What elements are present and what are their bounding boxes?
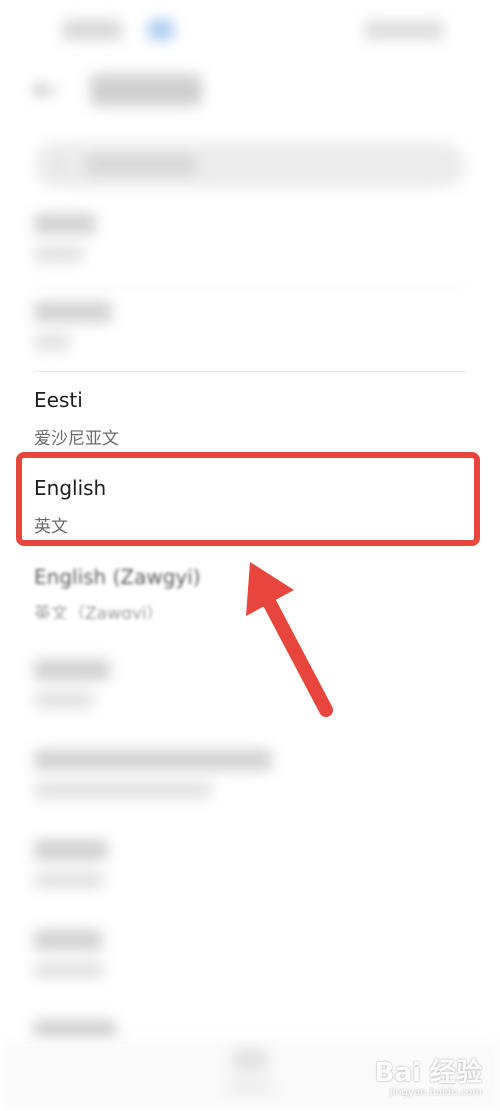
language-settings-screen: ← ⌕ Eesti 爱沙尼亚文 English 英文 English (Zawg…	[0, 0, 500, 1111]
search-icon: ⌕	[52, 152, 64, 176]
header: ←	[0, 60, 500, 120]
list-item-subtitle	[34, 334, 70, 350]
list-item-subtitle	[34, 782, 212, 798]
list-item-name	[34, 302, 112, 322]
divider	[34, 286, 466, 287]
list-item[interactable]	[0, 200, 500, 288]
list-item-name	[34, 1020, 116, 1040]
watermark-url: jingyan.baidu.com	[389, 1087, 482, 1098]
list-item-name	[34, 214, 96, 234]
language-subtitle: 英文（Zawgyi）	[34, 604, 164, 619]
divider	[34, 371, 466, 372]
list-item[interactable]	[0, 288, 500, 376]
language-item-eesti[interactable]: Eesti 爱沙尼亚文	[0, 378, 500, 466]
status-icons	[364, 20, 444, 40]
language-name: English	[34, 476, 107, 500]
language-item-english[interactable]: English 英文	[0, 466, 500, 554]
status-time	[62, 20, 122, 40]
pointer-arrow-icon	[246, 562, 333, 717]
list-item-name	[34, 750, 272, 770]
list-item[interactable]	[0, 826, 500, 914]
page-title	[90, 74, 202, 106]
list-item-name	[34, 840, 108, 860]
list-item-subtitle	[34, 692, 94, 708]
search-input[interactable]: ⌕	[34, 142, 466, 188]
list-item[interactable]	[0, 916, 500, 1004]
status-indicator	[148, 20, 174, 40]
back-arrow-icon[interactable]: ←	[30, 75, 60, 105]
language-subtitle: 英文	[34, 517, 68, 537]
watermark-logo: Bai 经验	[374, 1058, 482, 1088]
bottom-action-icon[interactable]	[232, 1048, 268, 1072]
list-item-name	[34, 660, 110, 680]
list-item-name	[34, 930, 102, 950]
watermark: Bai 经验 jingyan.baidu.com	[375, 1059, 482, 1099]
list-item-subtitle	[34, 246, 84, 262]
list-item[interactable]	[0, 736, 500, 824]
language-subtitle: 爱沙尼亚文	[34, 429, 119, 449]
search-placeholder	[86, 156, 196, 174]
status-bar	[0, 0, 500, 60]
bottom-action-label	[226, 1080, 274, 1094]
language-name: Eesti	[34, 388, 83, 412]
list-item-subtitle	[34, 872, 104, 888]
language-name: English (Zawgyi)	[34, 565, 201, 589]
list-item-subtitle	[34, 962, 104, 978]
